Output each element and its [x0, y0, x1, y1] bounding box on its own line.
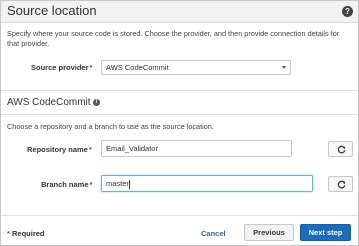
source-provider-label: Source provider* — [31, 63, 93, 72]
panel-header: Source location ? — [1, 1, 358, 23]
refresh-icon — [337, 180, 346, 189]
codecommit-section-title: AWS CodeCommit — [7, 97, 91, 108]
repository-refresh-button[interactable] — [328, 141, 353, 157]
help-icon[interactable]: ? — [342, 6, 353, 17]
codecommit-description: Choose a repository and a branch to use … — [7, 122, 214, 131]
branch-name-input[interactable]: master — [101, 175, 313, 192]
panel-description: Specify where your source code is stored… — [7, 29, 340, 48]
section-divider — [1, 90, 358, 91]
source-location-panel: Source location ? Specify where your sou… — [0, 0, 359, 246]
previous-button[interactable]: Previous — [244, 224, 294, 241]
branch-name-value: master — [106, 179, 129, 188]
panel-title: Source location — [7, 3, 97, 18]
chevron-down-icon — [282, 66, 286, 69]
branch-refresh-button[interactable] — [328, 176, 353, 192]
footer-divider — [1, 215, 358, 216]
repository-name-input[interactable]: Email_Validator — [101, 140, 292, 157]
cancel-button[interactable]: Cancel — [201, 225, 226, 238]
source-provider-select[interactable]: AWS CodeCommit — [101, 60, 291, 75]
text-cursor — [128, 179, 130, 189]
next-step-button[interactable]: Next step — [300, 224, 351, 241]
repository-name-label: Repository name* — [27, 145, 92, 154]
refresh-icon — [337, 145, 346, 154]
source-provider-value: AWS CodeCommit — [106, 63, 169, 72]
required-note: * Required — [7, 229, 45, 238]
branch-name-label: Branch name* — [41, 180, 93, 189]
info-icon[interactable]: i — [93, 99, 100, 106]
section-title-divider — [1, 114, 358, 115]
